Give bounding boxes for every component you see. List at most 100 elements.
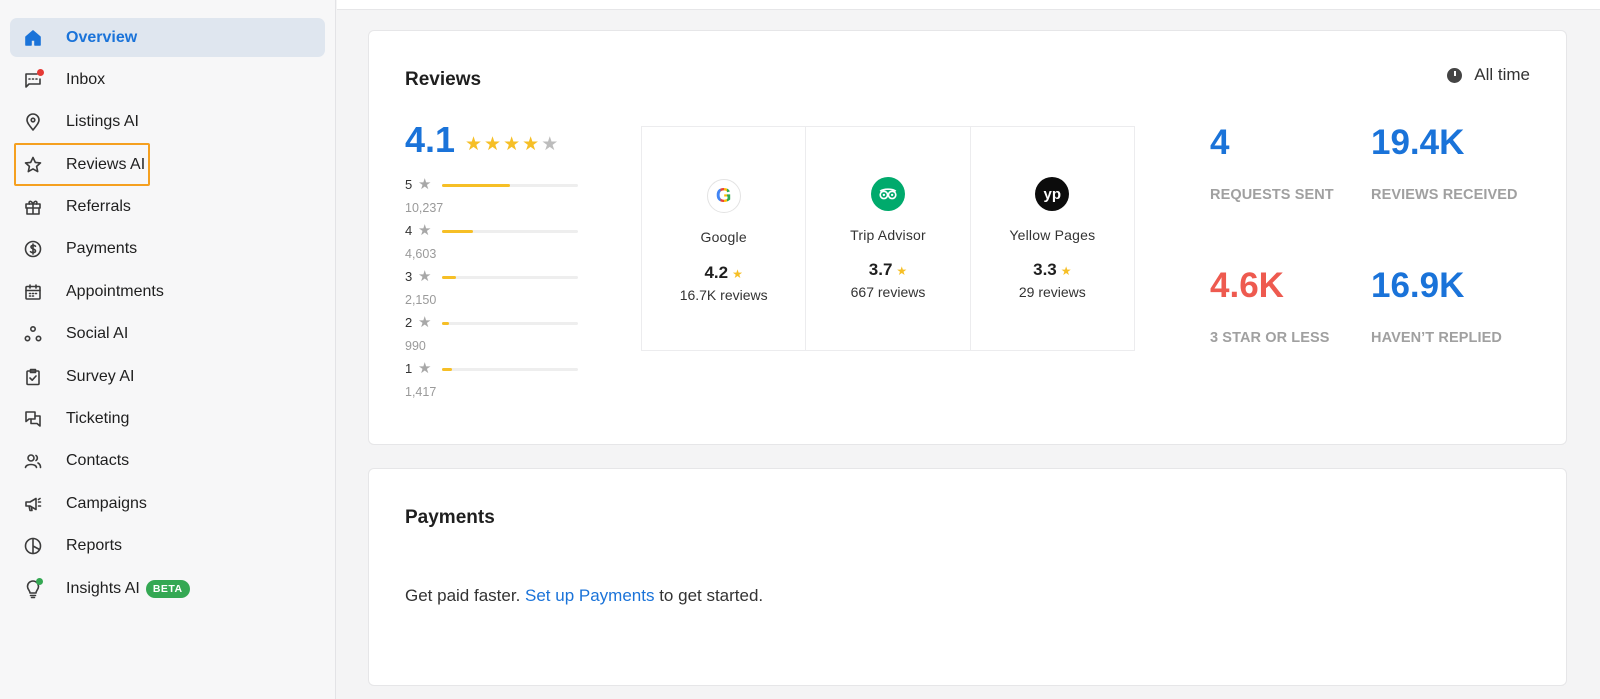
source-review-count: 667 reviews	[850, 284, 926, 300]
sidebar-item-label: Inbox	[66, 70, 106, 88]
distribution-bar	[442, 368, 578, 371]
sidebar-item-payments[interactable]: Payments	[10, 230, 325, 269]
beta-badge: BETA	[145, 579, 190, 598]
star-icon: ★	[418, 268, 432, 285]
star-icon: ★	[418, 360, 432, 377]
sidebar-item-label: Ticketing	[66, 410, 130, 428]
star-icon: ★	[541, 134, 561, 155]
sidebar-item-reviews-ai[interactable]: Reviews AI	[10, 145, 325, 184]
stat-label: REQUESTS SENT	[1210, 187, 1334, 203]
sidebar-item-inbox[interactable]: Inbox	[10, 60, 325, 99]
social-nodes-icon	[22, 323, 44, 345]
sidebar: Overview Inbox Listings AI Reviews AI Re…	[0, 0, 336, 699]
star-icon: ★	[465, 134, 485, 155]
unread-dot	[37, 68, 44, 76]
distribution-fill	[442, 322, 449, 325]
review-count: 990	[405, 339, 426, 353]
stat-label: 3 STAR OR LESS	[1210, 330, 1330, 346]
source-name: Google	[700, 229, 747, 245]
clock-icon	[1447, 67, 1463, 83]
sidebar-item-label: Insights AI	[66, 579, 140, 597]
calendar-icon	[22, 281, 44, 303]
tripadvisor-logo-icon	[870, 177, 905, 211]
payments-card: Payments Get paid faster. Set up Payment…	[368, 468, 1567, 686]
chat-bubbles-icon	[22, 408, 44, 430]
source-trip-advisor[interactable]: Trip Advisor 3.7 ★ 667 reviews	[806, 127, 971, 350]
review-count: 4,603	[405, 247, 437, 261]
sidebar-item-reports[interactable]: Reports	[10, 527, 325, 566]
contacts-icon	[22, 450, 44, 472]
sidebar-item-label: Reports	[66, 537, 123, 555]
sidebar-item-survey-ai[interactable]: Survey AI	[10, 357, 325, 396]
source-rating: 4.2 ★	[704, 263, 743, 282]
status-dot	[36, 577, 43, 585]
star-icon	[22, 154, 44, 176]
sidebar-item-ticketing[interactable]: Ticketing	[10, 400, 325, 439]
top-bar	[337, 0, 1600, 10]
gift-icon	[22, 196, 44, 218]
stat-value: 19.4K	[1371, 123, 1465, 162]
sidebar-item-listings-ai[interactable]: Listings AI	[10, 103, 325, 142]
star-icon: ★	[1060, 264, 1072, 278]
distribution-bar	[442, 276, 578, 279]
distribution-fill	[442, 368, 452, 371]
source-google[interactable]: G Google 4.2 ★ 16.7K reviews	[642, 127, 807, 350]
stat-value: 4.6K	[1210, 266, 1284, 305]
sidebar-item-campaigns[interactable]: Campaigns	[10, 484, 325, 523]
set-up-payments-link[interactable]: Set up Payments	[525, 586, 654, 605]
sidebar-item-label: Listings AI	[66, 113, 139, 131]
lightbulb-icon	[22, 577, 44, 600]
stat-havent-replied[interactable]: 16.9K HAVEN’T REPLIED	[1371, 266, 1502, 346]
stat-reviews-received[interactable]: 19.4K REVIEWS RECEIVED	[1371, 123, 1518, 203]
star-level: 4	[405, 223, 413, 238]
overall-rating: 4.1	[405, 119, 456, 160]
star-level: 3	[405, 269, 413, 284]
sidebar-item-label: Payments	[66, 240, 138, 258]
stat-value: 4	[1210, 123, 1230, 162]
reviews-card: Reviews All time 4.1 ★★★★★ 5 ★ 10,237 4 …	[368, 30, 1567, 445]
payments-message: Get paid faster. Set up Payments to get …	[405, 586, 764, 605]
source-review-count: 16.7K reviews	[679, 287, 768, 303]
distribution-fill	[442, 184, 510, 187]
star-icon: ★	[732, 267, 743, 281]
clipboard-check-icon	[22, 366, 44, 388]
star-icon: ★	[896, 264, 908, 278]
review-count: 10,237	[405, 201, 444, 215]
source-rating: 3.7 ★	[868, 260, 908, 279]
sidebar-item-referrals[interactable]: Referrals	[10, 188, 325, 227]
time-filter[interactable]: All time	[1447, 65, 1530, 85]
stat-three-star-or-less[interactable]: 4.6K 3 STAR OR LESS	[1210, 266, 1330, 346]
location-pin-icon	[22, 111, 44, 133]
distribution-bar	[442, 322, 578, 325]
review-count: 1,417	[405, 385, 437, 399]
review-count: 2,150	[405, 293, 437, 307]
review-sources: G Google 4.2 ★ 16.7K reviews Trip Advisor…	[641, 126, 1135, 351]
sidebar-item-appointments[interactable]: Appointments	[10, 272, 325, 311]
google-logo-icon: G	[706, 179, 741, 213]
star-icon: ★	[418, 176, 432, 193]
source-rating: 3.3 ★	[1033, 260, 1072, 279]
star-level: 2	[405, 315, 413, 330]
sidebar-item-label: Social AI	[66, 325, 129, 343]
inbox-icon	[22, 68, 44, 91]
distribution-fill	[442, 230, 474, 233]
star-level: 1	[405, 361, 413, 376]
dollar-circle-icon	[22, 238, 44, 260]
sidebar-item-social-ai[interactable]: Social AI	[10, 315, 325, 354]
star-icon: ★	[484, 134, 504, 155]
sidebar-item-label: Appointments	[66, 282, 164, 300]
sidebar-item-label: Overview	[66, 28, 138, 46]
payments-title: Payments	[405, 507, 495, 528]
pie-chart-icon	[22, 535, 44, 557]
sidebar-item-contacts[interactable]: Contacts	[10, 442, 325, 481]
sidebar-item-overview[interactable]: Overview	[10, 18, 325, 57]
star-icon: ★	[503, 134, 523, 155]
yellowpages-logo-icon: yp	[1035, 177, 1070, 211]
home-icon	[22, 27, 44, 49]
source-yellow-pages[interactable]: yp Yellow Pages 3.3 ★ 29 reviews	[971, 127, 1134, 350]
distribution-fill	[442, 276, 456, 279]
star-icon: ★	[418, 314, 432, 331]
stat-label: REVIEWS RECEIVED	[1371, 187, 1518, 203]
sidebar-item-insights-ai[interactable]: Insights AI BETA	[10, 569, 325, 608]
stat-requests-sent[interactable]: 4 REQUESTS SENT	[1210, 123, 1334, 203]
